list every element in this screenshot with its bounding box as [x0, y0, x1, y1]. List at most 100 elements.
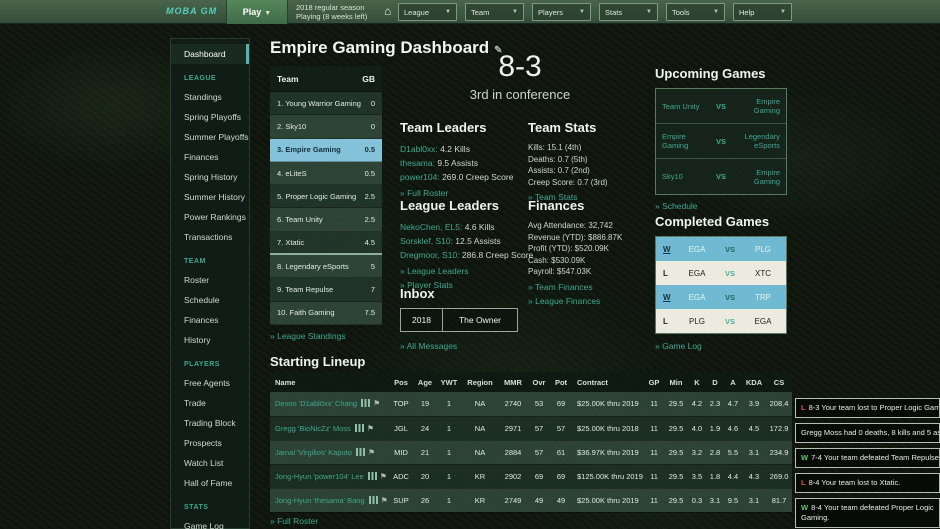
sidebar-item-team-finances[interactable]: Finances — [171, 310, 249, 330]
stats-icon[interactable] — [355, 424, 364, 432]
col-ywt[interactable]: YWT — [436, 372, 462, 392]
schedule-link[interactable]: » Schedule — [655, 201, 787, 211]
team-finances-link[interactable]: » Team Finances — [528, 282, 646, 292]
standings-row[interactable]: 7. Xtatic4.5 — [270, 232, 382, 255]
col-gp[interactable]: GP — [644, 372, 664, 392]
sidebar-item-watch-list[interactable]: Watch List — [171, 453, 249, 473]
upcoming-game-row[interactable]: Empire Gaming VS Legendary eSports — [656, 124, 786, 159]
notification-toast[interactable]: W7-4 Your team defeated Team Repulse. — [795, 448, 940, 468]
col-name[interactable]: Name — [270, 372, 388, 392]
league-leaders-section: League Leaders NekoChen, EL5: 4.6 Kills … — [400, 198, 526, 290]
standings-row[interactable]: 2. Sky100 — [270, 115, 382, 138]
sidebar-item-power-rankings[interactable]: Power Rankings — [171, 207, 249, 227]
full-roster-link[interactable]: » Full Roster — [400, 188, 526, 198]
col-ovr[interactable]: Ovr — [528, 372, 550, 392]
col-region[interactable]: Region — [462, 372, 498, 392]
sidebar-header-stats: STATS — [171, 500, 249, 516]
stats-icon[interactable] — [369, 496, 378, 504]
sidebar-item-schedule[interactable]: Schedule — [171, 290, 249, 310]
notification-toast[interactable]: L8-3 Your team lost to Proper Logic Gami… — [795, 398, 940, 418]
completed-game-row-win[interactable]: W EGA VS PLG — [656, 237, 786, 261]
completed-game-row-win[interactable]: W EGA VS TRP — [656, 285, 786, 309]
league-standings-link[interactable]: » League Standings — [270, 331, 382, 341]
lineup-row[interactable]: Gregg 'BioNicZz' Moss⚑ JGL241NA29715757$… — [270, 416, 792, 440]
lineup-row[interactable]: Jong-Hyun 'power104' Lee⚑ ADC201KR290269… — [270, 464, 792, 488]
sidebar-item-roster[interactable]: Roster — [171, 270, 249, 290]
standings-row[interactable]: 10. Faith Gaming7.5 — [270, 302, 382, 325]
col-contract[interactable]: Contract — [572, 372, 644, 392]
sidebar-item-hall-of-fame[interactable]: Hall of Fame — [171, 473, 249, 493]
lineup-row[interactable]: Jong-Hyun 'thesama' Bang⚑ SUP261KR274949… — [270, 488, 792, 512]
col-pot[interactable]: Pot — [550, 372, 572, 392]
menu-tools[interactable]: Tools▼ — [666, 3, 725, 21]
sidebar-item-trade[interactable]: Trade — [171, 393, 249, 413]
standings-row-user-team[interactable]: 3. Empire Gaming0.5 — [270, 139, 382, 162]
sidebar-item-trading-block[interactable]: Trading Block — [171, 413, 249, 433]
player-link[interactable]: Dregmoor, S10: — [400, 250, 460, 260]
home-icon[interactable]: ⌂ — [384, 4, 391, 18]
upcoming-game-row[interactable]: Team Unity VS Empire Gaming — [656, 89, 786, 124]
standings-row[interactable]: 5. Proper Logic Gaming2.5 — [270, 185, 382, 208]
sidebar-item-summer-history[interactable]: Summer History — [171, 187, 249, 207]
sidebar-item-standings[interactable]: Standings — [171, 87, 249, 107]
all-messages-link[interactable]: » All Messages — [400, 341, 530, 351]
player-link[interactable]: thesama: — [400, 158, 435, 168]
sidebar-item-game-log[interactable]: Game Log — [171, 516, 249, 529]
player-link[interactable]: NekoChen, EL5: — [400, 222, 462, 232]
col-pos[interactable]: Pos — [388, 372, 414, 392]
menu-stats[interactable]: Stats▼ — [599, 3, 658, 21]
notification-toast[interactable]: W8-4 Your team defeated Proper Logic Gam… — [795, 498, 940, 528]
inbox-message-row[interactable]: 2018 The Owner — [400, 308, 518, 332]
notification-toast[interactable]: L8-4 Your team lost to Xtatic. — [795, 473, 940, 493]
menu-players[interactable]: Players▼ — [532, 3, 591, 21]
notification-toast[interactable]: Gregg Moss had 0 deaths, 8 kills and 5 a… — [795, 423, 940, 443]
col-kda[interactable]: KDA — [742, 372, 766, 392]
col-cs[interactable]: CS — [766, 372, 792, 392]
player-link[interactable]: power104: — [400, 172, 440, 182]
standings-row[interactable]: 9. Team Repulse7 — [270, 278, 382, 301]
standings-row[interactable]: 8. Legendary eSports5 — [270, 255, 382, 278]
standings-row[interactable]: 1. Young Warrior Gaming0 — [270, 92, 382, 115]
stats-icon[interactable] — [368, 472, 377, 480]
sidebar-item-spring-history[interactable]: Spring History — [171, 167, 249, 187]
sidebar-item-summer-playoffs[interactable]: Summer Playoffs — [171, 127, 249, 147]
col-min[interactable]: Min — [664, 372, 688, 392]
col-mmr[interactable]: MMR — [498, 372, 528, 392]
lineup-row[interactable]: Devon 'D1abl0xx' Chang⚑ TOP191NA27405369… — [270, 392, 792, 416]
player-link[interactable]: Sorsklef, S10: — [400, 236, 453, 246]
play-button[interactable]: Play▼ — [226, 0, 288, 24]
league-finances-link[interactable]: » League Finances — [528, 296, 646, 306]
sidebar-item-prospects[interactable]: Prospects — [171, 433, 249, 453]
league-leaders-link[interactable]: » League Leaders — [400, 266, 526, 276]
upcoming-game-row[interactable]: Sky10 VS Empire Gaming — [656, 159, 786, 194]
sidebar-item-free-agents[interactable]: Free Agents — [171, 373, 249, 393]
col-d[interactable]: D — [706, 372, 724, 392]
stats-icon[interactable] — [356, 448, 365, 456]
stats-icon[interactable] — [361, 399, 370, 407]
sidebar-item-history[interactable]: History — [171, 330, 249, 350]
full-roster-link-bottom[interactable]: » Full Roster — [270, 516, 318, 526]
completed-game-row-loss[interactable]: L EGA VS XTC — [656, 261, 786, 285]
sidebar-item-spring-playoffs[interactable]: Spring Playoffs — [171, 107, 249, 127]
player-name-link[interactable]: Gregg 'BioNicZz' Moss — [275, 424, 351, 433]
menu-league[interactable]: League▼ — [398, 3, 457, 21]
col-k[interactable]: K — [688, 372, 706, 392]
completed-game-row-loss[interactable]: L PLG VS EGA — [656, 309, 786, 333]
player-name-link[interactable]: Jamal 'Virgilios' Kaputo — [275, 448, 352, 457]
col-a[interactable]: A — [724, 372, 742, 392]
menu-team[interactable]: Team▼ — [465, 3, 524, 21]
game-log-link[interactable]: » Game Log — [655, 341, 787, 351]
player-name-link[interactable]: Jong-Hyun 'power104' Lee — [275, 472, 364, 481]
player-name-link[interactable]: Devon 'D1abl0xx' Chang — [275, 399, 357, 408]
sidebar-item-dashboard[interactable]: Dashboard — [171, 44, 249, 64]
standings-row[interactable]: 4. eLiteS0.5 — [270, 162, 382, 185]
lineup-row[interactable]: Jamal 'Virgilios' Kaputo⚑ MID211NA288457… — [270, 440, 792, 464]
player-name-link[interactable]: Jong-Hyun 'thesama' Bang — [275, 496, 365, 505]
chevron-down-icon: ▼ — [780, 9, 786, 15]
menu-help[interactable]: Help▼ — [733, 3, 792, 21]
player-link[interactable]: D1abl0xx: — [400, 144, 438, 154]
sidebar-item-transactions[interactable]: Transactions — [171, 227, 249, 247]
standings-row[interactable]: 6. Team Unity2.5 — [270, 208, 382, 231]
col-age[interactable]: Age — [414, 372, 436, 392]
sidebar-item-league-finances[interactable]: Finances — [171, 147, 249, 167]
